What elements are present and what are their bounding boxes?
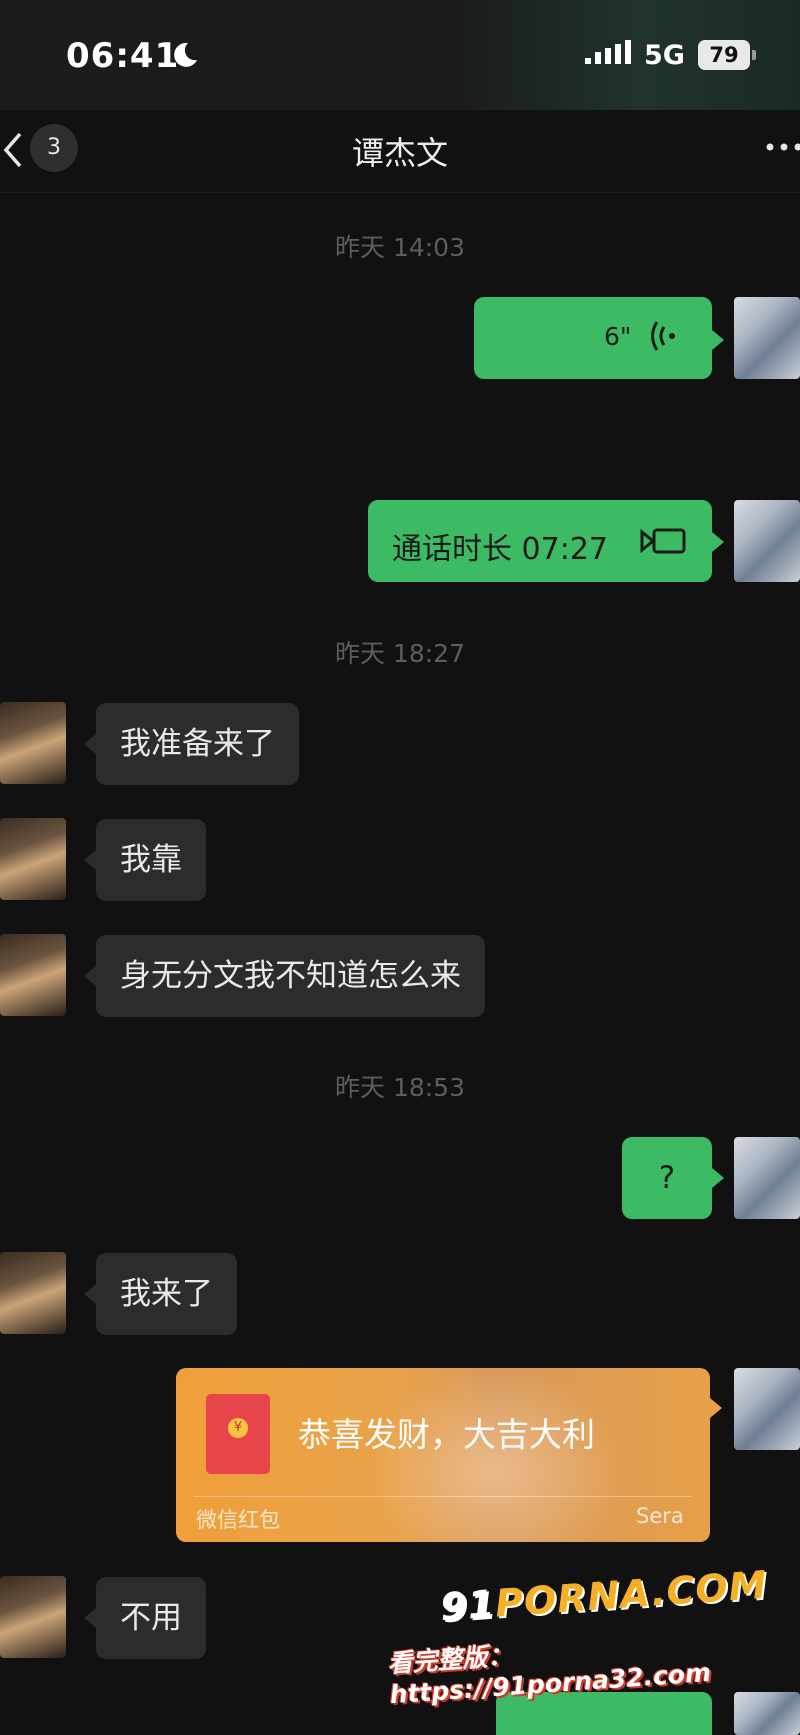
status-time: 06:41 [66,36,180,76]
more-icon[interactable] [764,140,800,154]
message-bubble[interactable]: 我准备来了 [96,703,299,785]
avatar[interactable] [0,934,66,1016]
watermark-logo: 91PORNA.COM [439,1563,769,1630]
yuan-coin-icon: ¥ [228,1418,248,1438]
bubble-tail [712,1168,724,1188]
signal-icon [585,40,631,64]
watermark-logo-number: 91 [438,1581,497,1630]
red-packet-type: 微信红包 [196,1508,280,1532]
avatar[interactable] [0,702,66,784]
bubble-tail [84,734,96,754]
timestamp: 昨天 18:27 [335,639,465,668]
message-bubble[interactable]: 我靠 [96,819,206,901]
bubble-tail [84,966,96,986]
message-bubble[interactable]: 我来了 [96,1253,237,1335]
avatar[interactable] [734,500,800,582]
watermark-logo-text: PORNA.COM [493,1562,769,1626]
battery-indicator: 79 [698,40,756,70]
call-duration-label: 通话时长 07:27 [392,532,608,567]
red-packet-card[interactable]: ¥ 恭喜发财，大吉大利 微信红包 Sera [176,1368,710,1542]
avatar[interactable] [734,1137,800,1219]
bubble-tail [710,1398,722,1418]
bubble-tail [84,1608,96,1628]
avatar[interactable] [0,1576,66,1658]
bubble-tail [84,1284,96,1304]
red-envelope-icon: ¥ [206,1394,270,1474]
battery-cap [752,50,756,60]
avatar[interactable] [734,1368,800,1450]
battery-level: 79 [698,40,750,70]
chat-title: 谭杰文 [351,134,448,172]
voice-wave-icon [651,321,675,351]
bubble-tail [712,330,724,350]
bubble-tail [712,532,724,552]
bubble-tail [84,850,96,870]
message-bubble[interactable]: 不用 [96,1577,206,1659]
message-bubble[interactable]: ? [622,1137,712,1219]
avatar[interactable] [0,1252,66,1334]
header-divider [0,192,800,193]
moon-icon [174,42,197,67]
video-call-icon [640,528,686,554]
avatar[interactable] [0,818,66,900]
avatar[interactable] [734,1692,800,1735]
voice-duration: 6" [604,322,632,351]
red-packet-divider [194,1496,692,1497]
timestamp: 昨天 18:53 [335,1073,465,1102]
avatar[interactable] [734,297,800,379]
red-packet-greeting: 恭喜发财，大吉大利 [298,1415,595,1454]
message-bubble[interactable]: 身无分文我不知道怎么来 [96,935,485,1017]
timestamp: 昨天 14:03 [335,233,465,262]
network-type: 5G [644,40,685,71]
red-packet-source: Sera [636,1504,684,1528]
